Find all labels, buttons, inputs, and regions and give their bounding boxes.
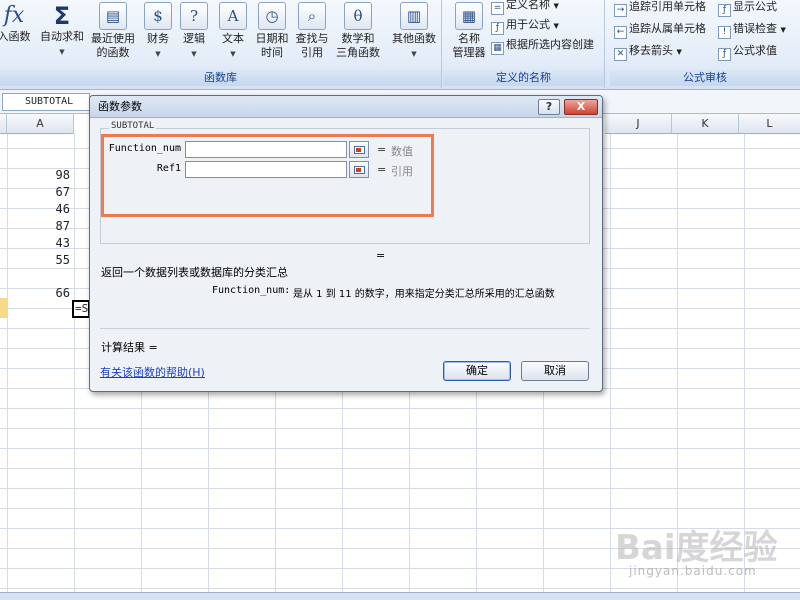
text-button[interactable]: A 文本 ▼ [211,2,255,61]
annotation-highlight-box [101,134,434,217]
book-icon: $ [144,2,172,30]
grid-icon: ▦ [491,42,504,55]
lookup-reference-button[interactable]: ⌕ 查找与 引用 [290,2,334,60]
group-label-defined-names: 定义的名称 [443,70,604,86]
function-library-group: fx 入函数 Σ 自动求和 ▼ ▤ 最近使用 的函数 $ 财务 ▼ ? 逻辑 ▼ A … [0,0,442,88]
logical-button[interactable]: ? 逻辑 ▼ [172,2,216,61]
evaluate-icon: ƒ [718,48,731,61]
create-from-selection-button[interactable]: ▦ 根据所选内容创建 [491,36,594,55]
baidu-watermark: Bai度经验 jingyan.baidu.com [615,520,785,580]
define-name-button[interactable]: = 定义名称 ▼ [491,0,559,15]
trace-arrow-icon: ← [614,26,627,39]
trace-dependents-button[interactable]: ← 追踪从属单元格 [614,20,706,39]
formula-auditing-group: → 追踪引用单元格 ← 追踪从属单元格 ✕ 移去箭头 ▼ ƒ 显示公式 ! 错误检查 ▼ … [610,0,800,88]
book-icon: ◷ [258,2,286,30]
defined-names-group: ▦ 名称 管理器 = 定义名称 ▼ ƒ 用于公式 ▼ ▦ 根据所选内容创建 定义的名称 [443,0,605,88]
function-description: 返回一个数据列表或数据库的分类汇总 [101,266,288,279]
more-functions-button[interactable]: ▥ 其他函数 ▼ [388,2,440,61]
ok-button[interactable]: 确定 [443,361,511,381]
sigma-icon: Σ [53,2,71,30]
name-manager-button[interactable]: ▦ 名称 管理器 [447,2,491,60]
active-cell[interactable]: =S [72,300,90,318]
book-icon: ⌕ [298,2,326,30]
column-header-row-header[interactable] [0,114,7,134]
fx-small-icon: ƒ [491,22,504,35]
name-tag-icon: ▦ [455,2,483,30]
define-name-icon: = [491,2,504,15]
active-row-marker [0,298,7,318]
close-button[interactable]: X [564,99,598,115]
help-button[interactable]: ? [538,99,560,115]
cell-value[interactable]: 55 [10,252,70,268]
date-time-button[interactable]: ◷ 日期和 时间 [250,2,294,60]
error-checking-button[interactable]: ! 错误检查 ▼ [718,20,786,39]
cell-value[interactable]: 66 [10,285,70,301]
show-formulas-icon: ƒ [718,4,731,17]
column-header-a[interactable]: A [7,114,74,134]
arg-help-name: Function_num: [212,285,291,296]
watermark-logo: Bai度经验 [615,528,778,568]
book-icon: ▤ [99,2,127,30]
chevron-down-icon: ▼ [59,48,65,56]
sheet-tabs-bar[interactable] [0,592,800,600]
column-header-k[interactable]: K [672,114,739,134]
recently-used-button[interactable]: ▤ 最近使用 的函数 [88,2,138,60]
trace-arrow-icon: → [614,4,627,17]
cancel-button[interactable]: 取消 [521,361,589,381]
separator [100,328,590,329]
watermark-site: jingyan.baidu.com [629,564,757,578]
dialog-titlebar[interactable]: 函数参数 ? X [90,96,602,118]
trace-precedents-button[interactable]: → 追踪引用单元格 [614,0,706,17]
remove-arrows-icon: ✕ [614,48,627,61]
arg-help-text: 是从 1 到 11 的数字，用来指定分类汇总所采用的汇总函数 [293,289,555,300]
use-in-formula-button[interactable]: ƒ 用于公式 ▼ [491,16,559,35]
cell-value[interactable]: 98 [10,167,70,183]
error-check-icon: ! [718,26,731,39]
function-name: SUBTOTAL [109,121,157,131]
cell-value[interactable]: 46 [10,201,70,217]
cell-value[interactable]: 67 [10,184,70,200]
book-icon: A [219,2,247,30]
insert-function-button[interactable]: fx 入函数 [0,2,34,44]
math-trig-button[interactable]: θ 数学和 三角函数 [332,2,384,60]
dialog-title: 函数参数 [98,100,142,113]
fx-icon: fx [3,3,25,28]
book-icon: ? [180,2,208,30]
group-label-function-library: 函数库 [0,70,441,86]
group-label-formula-auditing: 公式审核 [610,70,800,86]
remove-arrows-button[interactable]: ✕ 移去箭头 ▼ [614,42,682,61]
help-link[interactable]: 有关该函数的帮助(H) [100,364,205,380]
formula-result-equals: = [376,249,386,262]
calculation-result: 计算结果 = [101,341,158,354]
evaluate-formula-button[interactable]: ƒ 公式求值 [718,42,777,61]
ribbon: fx 入函数 Σ 自动求和 ▼ ▤ 最近使用 的函数 $ 财务 ▼ ? 逻辑 ▼ A … [0,0,800,90]
show-formulas-button[interactable]: ƒ 显示公式 [718,0,777,17]
name-box[interactable]: SUBTOTAL [2,93,90,111]
autosum-button[interactable]: Σ 自动求和 ▼ [38,2,86,59]
column-header-l[interactable]: L [739,114,800,134]
cell-value[interactable]: 87 [10,218,70,234]
book-icon: θ [344,2,372,30]
cell-value[interactable]: 43 [10,235,70,251]
column-header-j[interactable]: J [605,114,672,134]
book-icon: ▥ [400,2,428,30]
